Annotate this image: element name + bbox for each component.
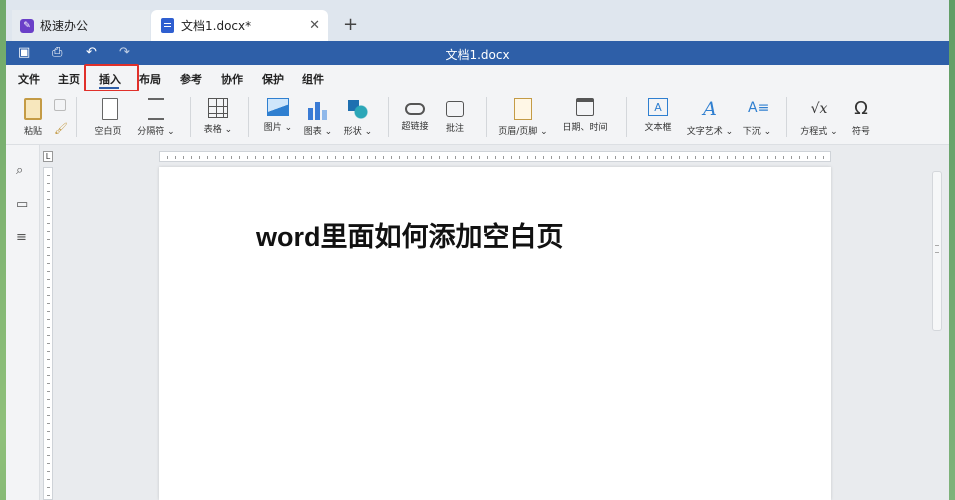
equation-icon: √x [810, 101, 828, 117]
document-workspace: ⌕ ▭ ≡ L word里面如何添加空白页 [6, 145, 949, 500]
text-art-icon: A [703, 98, 717, 120]
comment-icon[interactable]: ▭ [16, 197, 28, 212]
drop-cap-icon: A≡ [748, 100, 770, 116]
tab-document-label: 文档1.docx* [181, 19, 252, 33]
menu-collaborate[interactable]: 协作 [221, 71, 243, 87]
text-art-button[interactable]: A 文字艺术 ⌄ [682, 91, 738, 145]
menu-references[interactable]: 参考 [180, 71, 202, 87]
comment-icon [446, 101, 464, 117]
search-icon[interactable]: ⌕ [16, 163, 23, 178]
shape-icon [346, 98, 370, 120]
document-title: 文档1.docx [445, 48, 510, 62]
comment-label: 批注 [445, 124, 464, 134]
ribbon-separator [76, 97, 77, 137]
left-sidebar: ⌕ ▭ ≡ [6, 145, 40, 500]
blank-page-label: 空白页 [94, 127, 122, 137]
equation-label: 方程式 ⌄ [800, 127, 838, 137]
menu-components[interactable]: 组件 [302, 71, 324, 87]
ribbon-separator [486, 97, 487, 137]
page-break-button[interactable]: 分隔符 ⌄ [134, 91, 178, 145]
drop-cap-button[interactable]: A≡ 下沉 ⌄ [740, 91, 774, 145]
menu-protect[interactable]: 保护 [262, 71, 284, 87]
symbol-button[interactable]: Ω 符号 [846, 91, 876, 145]
close-icon[interactable]: ✕ [309, 18, 320, 33]
app-window: ✎ 极速办公 文档1.docx* ✕ + ▣ ⎙ ↶ ↷ 文档1.docx 文件… [6, 0, 949, 500]
chart-button[interactable]: 图表 ⌄ [298, 91, 338, 145]
header-footer-button[interactable]: 页眉/页脚 ⌄ [496, 91, 550, 145]
chart-icon [306, 98, 330, 120]
picture-label: 图片 ⌄ [263, 123, 293, 133]
title-bar: ▣ ⎙ ↶ ↷ 文档1.docx [6, 41, 949, 65]
symbol-icon: Ω [854, 98, 868, 119]
menu-file[interactable]: 文件 [18, 71, 40, 87]
page-break-icon [148, 98, 164, 120]
page-break-label: 分隔符 ⌄ [137, 127, 175, 137]
scrollbar-grip[interactable] [935, 245, 939, 253]
equation-button[interactable]: √x 方程式 ⌄ [796, 91, 842, 145]
hyperlink-button[interactable]: 超链接 [398, 91, 432, 145]
ribbon-separator [190, 97, 191, 137]
text-box-icon: A [648, 98, 668, 116]
picture-icon [267, 98, 289, 116]
date-time-label: 日期、时间 [562, 123, 608, 133]
calendar-icon [576, 98, 594, 116]
tab-home[interactable]: ✎ 极速办公 [12, 10, 150, 41]
menu-layout[interactable]: 布局 [139, 71, 161, 87]
paste-label: 粘贴 [23, 127, 42, 137]
comment-button[interactable]: 批注 [440, 91, 470, 145]
ribbon-separator [388, 97, 389, 137]
table-icon [208, 98, 228, 118]
table-label: 表格 ⌄ [203, 125, 233, 135]
new-tab-icon[interactable]: + [343, 14, 358, 35]
document-heading[interactable]: word里面如何添加空白页 [256, 215, 564, 254]
ruler-corner[interactable]: L [43, 151, 53, 162]
ribbon-toolbar: 粘贴 🖌 空白页 分隔符 ⌄ 表格 ⌄ 图片 ⌄ 图表 ⌄ 形状 ⌄ 超链接 批… [6, 91, 949, 145]
menu-bar: 文件 主页 插入 布局 参考 协作 保护 组件 [6, 65, 949, 91]
document-page[interactable]: word里面如何添加空白页 [159, 167, 831, 500]
tab-strip: ✎ 极速办公 文档1.docx* ✕ + [6, 0, 949, 41]
menu-home[interactable]: 主页 [58, 71, 80, 87]
date-time-button[interactable]: 日期、时间 [558, 91, 612, 145]
tab-document[interactable]: 文档1.docx* ✕ [151, 10, 328, 41]
text-art-label: 文字艺术 ⌄ [686, 127, 734, 137]
clipboard-icon [24, 98, 42, 120]
annotation-highlight-box [84, 64, 139, 92]
hyperlink-label: 超链接 [401, 122, 429, 132]
copy-icon[interactable] [54, 99, 66, 111]
app-logo-icon: ✎ [20, 18, 34, 33]
paste-button[interactable]: 粘贴 [18, 91, 48, 145]
text-box-label: 文本框 [644, 123, 672, 133]
ribbon-separator [248, 97, 249, 137]
table-button[interactable]: 表格 ⌄ [200, 91, 236, 145]
tab-home-label: 极速办公 [40, 19, 89, 33]
ribbon-separator [786, 97, 787, 137]
header-footer-label: 页眉/页脚 ⌄ [498, 127, 548, 137]
shape-label: 形状 ⌄ [343, 127, 373, 137]
horizontal-ruler[interactable] [159, 151, 831, 162]
symbol-label: 符号 [851, 127, 870, 137]
header-footer-icon [514, 98, 532, 120]
format-painter-icon[interactable]: 🖌 [54, 122, 68, 135]
list-icon[interactable]: ≡ [16, 230, 27, 245]
drop-cap-label: 下沉 ⌄ [742, 127, 772, 137]
picture-button[interactable]: 图片 ⌄ [258, 91, 298, 145]
document-icon [161, 18, 174, 33]
text-box-button[interactable]: A 文本框 [636, 91, 680, 145]
ribbon-separator [626, 97, 627, 137]
chart-label: 图表 ⌄ [303, 127, 333, 137]
link-icon [405, 103, 425, 115]
blank-page-icon [102, 98, 118, 120]
vertical-ruler[interactable] [43, 167, 53, 500]
shape-button[interactable]: 形状 ⌄ [338, 91, 378, 145]
blank-page-button[interactable]: 空白页 [88, 91, 128, 145]
